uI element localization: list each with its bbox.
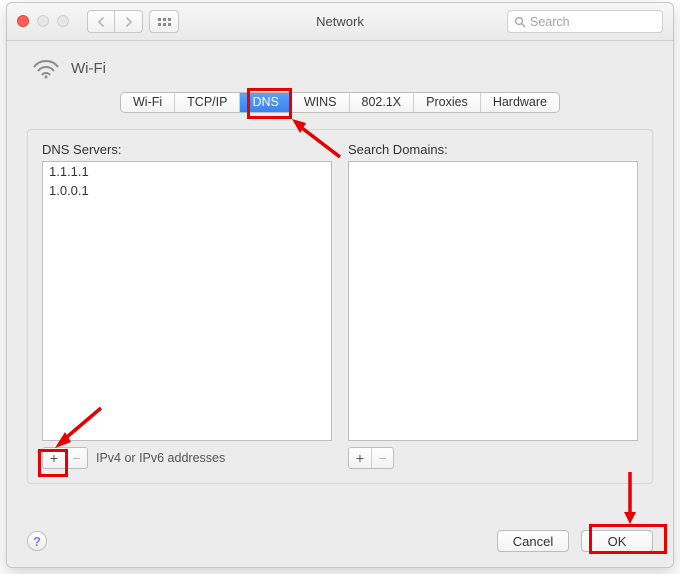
preferences-window: Network Search Wi-Fi Wi-FiTCP/IPDNSWINS8… [6, 2, 674, 568]
interface-header: Wi-Fi [7, 41, 673, 88]
dns-server-row[interactable]: 1.1.1.1 [43, 162, 331, 181]
domain-add-button[interactable]: + [349, 448, 371, 468]
domain-remove-button[interactable]: − [371, 448, 393, 468]
title-bar: Network Search [7, 3, 673, 41]
dns-remove-button[interactable]: − [65, 448, 87, 468]
tab-8021x[interactable]: 802.1X [350, 93, 415, 112]
help-button[interactable]: ? [27, 531, 47, 551]
tab-bar: Wi-FiTCP/IPDNSWINS802.1XProxiesHardware [7, 92, 673, 113]
tab-tcpip[interactable]: TCP/IP [175, 93, 240, 112]
search-icon [514, 16, 526, 28]
tab-hardware[interactable]: Hardware [481, 93, 559, 112]
cancel-button[interactable]: Cancel [497, 530, 569, 552]
interface-name: Wi-Fi [71, 60, 106, 77]
tab-wifi[interactable]: Wi-Fi [121, 93, 175, 112]
dns-server-row[interactable]: 1.0.0.1 [43, 181, 331, 200]
ok-button[interactable]: OK [581, 530, 653, 552]
tab-proxies[interactable]: Proxies [414, 93, 481, 112]
search-domains-list[interactable] [348, 161, 638, 441]
tab-dns[interactable]: DNS [240, 93, 291, 112]
search-domains-label: Search Domains: [348, 142, 638, 157]
dns-servers-label: DNS Servers: [42, 142, 332, 157]
dns-add-button[interactable]: + [43, 448, 65, 468]
dns-panel: DNS Servers: 1.1.1.11.0.0.1 + − IPv4 or … [27, 129, 653, 484]
wifi-icon [31, 55, 61, 82]
search-domains-pm-group: + − [348, 447, 394, 469]
tab-wins[interactable]: WINS [292, 93, 350, 112]
dns-hint: IPv4 or IPv6 addresses [96, 451, 225, 465]
search-field[interactable]: Search [507, 10, 663, 33]
dialog-buttons: ? Cancel OK [7, 515, 673, 567]
dns-servers-list[interactable]: 1.1.1.11.0.0.1 [42, 161, 332, 441]
search-placeholder: Search [530, 15, 570, 29]
dns-servers-pm-group: + − [42, 447, 88, 469]
